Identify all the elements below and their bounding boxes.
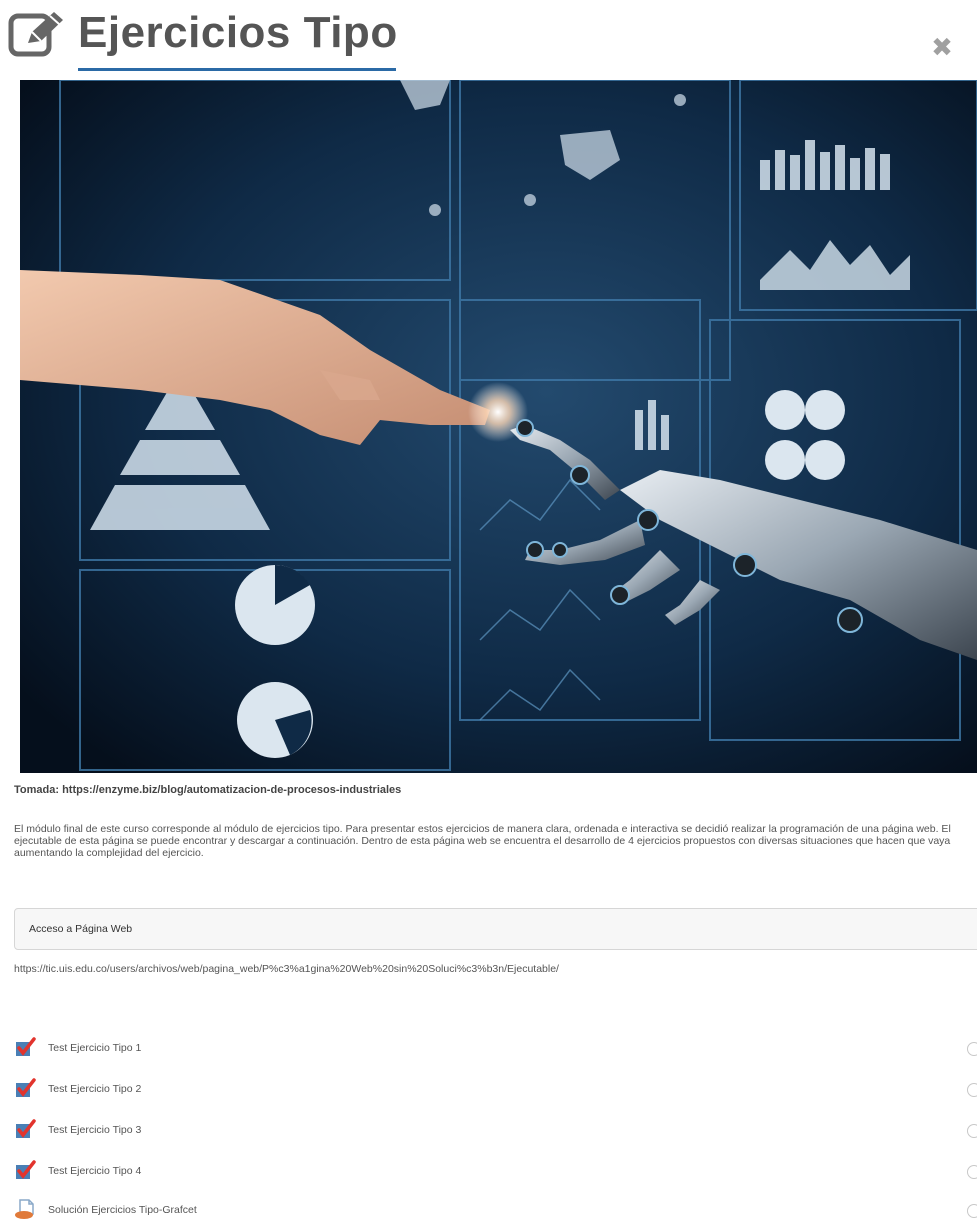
activity-label: Test Ejercicio Tipo 2 xyxy=(48,1083,142,1095)
quiz-check-icon xyxy=(16,1078,36,1097)
activity-label: Test Ejercicio Tipo 3 xyxy=(48,1124,142,1136)
page-header: Ejercicios Tipo ✖ xyxy=(0,0,977,80)
edit-icon xyxy=(8,12,63,57)
robot-hand-illustration xyxy=(20,80,977,773)
hero-image xyxy=(20,80,977,773)
completion-checkbox[interactable] xyxy=(967,1124,977,1138)
title-underline xyxy=(78,68,396,71)
activity-solution-grafcet[interactable]: Solución Ejercicios Tipo-Grafcet xyxy=(14,1198,977,1222)
completion-checkbox[interactable] xyxy=(967,1165,977,1179)
description-paragraph: El módulo final de este curso correspond… xyxy=(14,823,951,859)
activity-test-3[interactable]: Test Ejercicio Tipo 3 xyxy=(14,1118,977,1142)
close-button[interactable]: ✖ xyxy=(925,30,959,64)
access-web-page-button[interactable]: Acceso a Página Web xyxy=(14,908,977,950)
image-caption: Tomada: https://enzyme.biz/blog/automati… xyxy=(14,784,402,796)
completion-checkbox[interactable] xyxy=(967,1042,977,1056)
quiz-check-icon xyxy=(16,1037,36,1056)
completion-checkbox[interactable] xyxy=(967,1204,977,1218)
activity-test-4[interactable]: Test Ejercicio Tipo 4 xyxy=(14,1159,977,1183)
activity-label: Solución Ejercicios Tipo-Grafcet xyxy=(48,1204,197,1216)
access-label: Acceso a Página Web xyxy=(29,923,133,935)
activity-label: Test Ejercicio Tipo 1 xyxy=(48,1042,142,1054)
completion-checkbox[interactable] xyxy=(967,1083,977,1097)
file-icon xyxy=(15,1199,34,1219)
executable-url-link[interactable]: https://tic.uis.edu.co/users/archivos/we… xyxy=(14,963,559,975)
activity-test-1[interactable]: Test Ejercicio Tipo 1 xyxy=(14,1036,977,1060)
activity-test-2[interactable]: Test Ejercicio Tipo 2 xyxy=(14,1077,977,1101)
quiz-check-icon xyxy=(16,1119,36,1138)
page-title: Ejercicios Tipo xyxy=(78,8,398,57)
quiz-check-icon xyxy=(16,1160,36,1179)
activity-label: Test Ejercicio Tipo 4 xyxy=(48,1165,142,1177)
